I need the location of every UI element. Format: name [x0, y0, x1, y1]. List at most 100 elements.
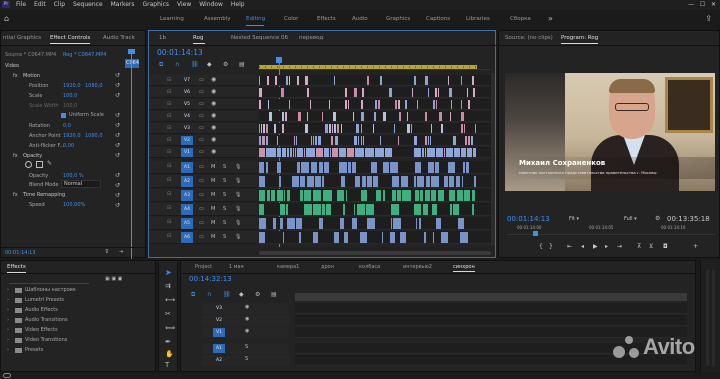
- clip[interactable]: [353, 88, 358, 97]
- clip[interactable]: [473, 88, 476, 97]
- track-sync-icon[interactable]: ▭: [199, 178, 204, 184]
- bottom-tab-0[interactable]: Project: [195, 264, 212, 270]
- clip[interactable]: [437, 88, 440, 97]
- scale-value[interactable]: 100,0: [63, 93, 77, 99]
- timeline-h-scrollbar[interactable]: [259, 251, 491, 255]
- clip[interactable]: [379, 76, 384, 85]
- effects-search[interactable]: [9, 277, 89, 284]
- blend-select[interactable]: Normal: [61, 180, 101, 188]
- clip[interactable]: [474, 176, 477, 187]
- clip[interactable]: [296, 218, 303, 229]
- clip[interactable]: [286, 204, 289, 215]
- sequence-tab-0[interactable]: 1b: [159, 35, 166, 41]
- clip[interactable]: [326, 204, 332, 215]
- clip[interactable]: [399, 232, 408, 243]
- window-controls[interactable]: — ☐ ✕: [688, 1, 716, 8]
- reset-icon[interactable]: ↺: [115, 92, 120, 99]
- clip[interactable]: [379, 88, 382, 97]
- clip[interactable]: [362, 136, 366, 145]
- camera-icon[interactable]: ◘: [663, 243, 668, 250]
- clip[interactable]: [471, 76, 475, 85]
- clip[interactable]: [259, 162, 266, 173]
- track-lock-icon[interactable]: ⊟: [167, 113, 171, 119]
- clip[interactable]: [407, 100, 410, 109]
- clip[interactable]: [360, 232, 368, 243]
- track-mute-icon[interactable]: M: [211, 220, 215, 226]
- workspace-tab-3[interactable]: Color: [284, 16, 298, 22]
- clip[interactable]: [459, 232, 469, 243]
- clip[interactable]: [265, 162, 270, 173]
- chevron-right-icon[interactable]: ›: [7, 327, 9, 333]
- clip[interactable]: [447, 76, 451, 85]
- track-target-v4[interactable]: V4: [181, 112, 193, 121]
- clip[interactable]: [449, 190, 457, 201]
- clip[interactable]: [259, 88, 263, 97]
- clip[interactable]: [352, 162, 358, 173]
- flicker-value[interactable]: 0,00: [63, 143, 74, 149]
- clip[interactable]: [461, 76, 464, 85]
- track-sync-icon[interactable]: ▭: [199, 125, 204, 131]
- timeline-v-scrollbar[interactable]: [491, 73, 495, 245]
- clip[interactable]: [370, 162, 379, 173]
- track-mic-icon[interactable]: 🎙: [235, 234, 241, 240]
- clip[interactable]: [306, 88, 310, 97]
- clip[interactable]: [441, 232, 449, 243]
- scale-width-value[interactable]: 100,0: [63, 103, 77, 109]
- clip[interactable]: [393, 218, 402, 229]
- tab-effect-controls[interactable]: Effect Controls: [50, 35, 91, 44]
- pen-tool-icon[interactable]: ✒: [165, 339, 171, 346]
- clip[interactable]: [321, 136, 324, 145]
- effects-filter-icons[interactable]: ▣ ▣ ▣: [105, 276, 122, 282]
- clip[interactable]: [298, 232, 303, 243]
- clip[interactable]: [305, 148, 317, 157]
- clip[interactable]: [335, 136, 339, 145]
- clip[interactable]: [298, 112, 302, 121]
- clip[interactable]: [436, 148, 444, 157]
- sequence-timecode[interactable]: 00:01:14:13: [157, 48, 203, 57]
- clip[interactable]: [332, 112, 337, 121]
- clip[interactable]: [398, 100, 401, 109]
- track-lane-v7[interactable]: [259, 75, 491, 86]
- bottom-track-target-v3[interactable]: V3: [213, 304, 225, 313]
- bottom-snap-icon[interactable]: ∩: [207, 292, 211, 298]
- track-lock-icon[interactable]: ⊟: [167, 219, 171, 225]
- track-eye-icon[interactable]: ◉: [211, 100, 216, 107]
- bottom-marker-icon[interactable]: ◆: [239, 292, 244, 298]
- bottom-tab-1[interactable]: 1 мая: [229, 264, 244, 270]
- tab-audio-track[interactable]: Audio Track: [103, 35, 135, 41]
- clip[interactable]: [281, 88, 285, 97]
- clip[interactable]: [435, 162, 440, 173]
- clip[interactable]: [362, 88, 366, 97]
- clip[interactable]: [319, 76, 322, 85]
- sequence-tab-2[interactable]: Nested Sequence 06: [231, 35, 288, 41]
- clip[interactable]: [397, 136, 401, 145]
- clip[interactable]: [288, 100, 292, 109]
- clip[interactable]: [347, 148, 355, 157]
- clip[interactable]: [366, 76, 370, 85]
- track-sync-icon[interactable]: ▭: [199, 206, 204, 212]
- rect-mask-icon[interactable]: [36, 161, 43, 168]
- clip[interactable]: [425, 176, 431, 187]
- clip[interactable]: [399, 112, 402, 121]
- chevron-right-icon[interactable]: ›: [7, 307, 9, 313]
- clip[interactable]: [373, 176, 379, 187]
- track-sync-icon[interactable]: ▭: [199, 89, 204, 95]
- clip[interactable]: [297, 76, 300, 85]
- clip[interactable]: [455, 176, 462, 187]
- clip[interactable]: [454, 148, 462, 157]
- clip[interactable]: [417, 100, 419, 109]
- clip[interactable]: [443, 124, 446, 133]
- clip[interactable]: [347, 100, 351, 109]
- clip[interactable]: [467, 100, 472, 109]
- track-target-a6[interactable]: A6: [181, 232, 193, 243]
- clip[interactable]: [318, 162, 324, 173]
- chevron-right-icon[interactable]: ›: [7, 287, 9, 293]
- track-select-icon[interactable]: ⇉: [165, 283, 171, 290]
- ec-source-label[interactable]: Source * C0647.MP4: [5, 52, 56, 58]
- clip[interactable]: [436, 100, 439, 109]
- clip[interactable]: [362, 124, 365, 133]
- clip[interactable]: [282, 232, 286, 243]
- track-solo-icon[interactable]: S: [223, 164, 226, 170]
- clip[interactable]: [345, 190, 349, 201]
- bottom-track-lane-v2[interactable]: [295, 315, 687, 326]
